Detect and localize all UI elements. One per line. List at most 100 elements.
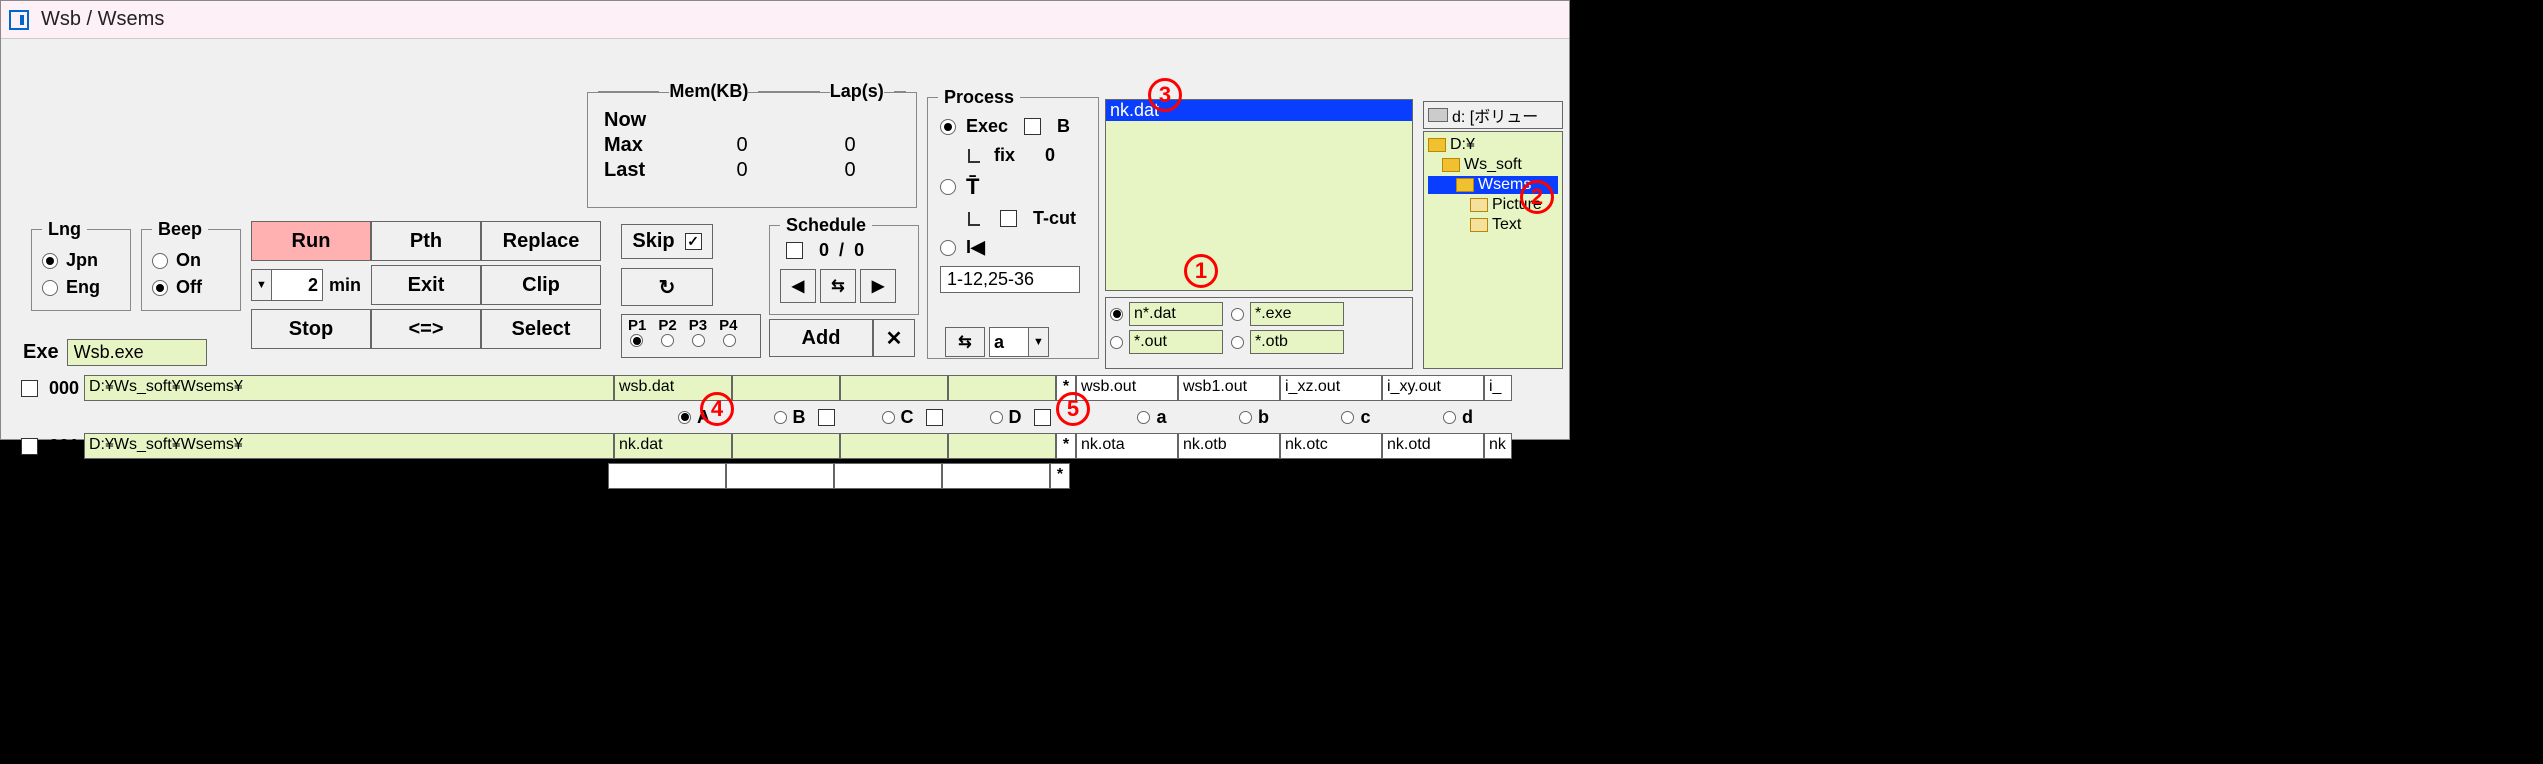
out3-cell[interactable]: nk.otc: [1280, 433, 1382, 459]
col2-cell[interactable]: [732, 433, 840, 459]
exe-input[interactable]: [67, 339, 207, 366]
col1-cell[interactable]: wsb.dat: [614, 375, 732, 401]
radio-col-d-lower[interactable]: [1443, 411, 1456, 424]
radio-filter2[interactable]: [1231, 308, 1244, 321]
star-cell[interactable]: *: [1056, 433, 1076, 459]
out4-cell[interactable]: nk.otd: [1382, 433, 1484, 459]
radio-col-b-lower[interactable]: [1239, 411, 1252, 424]
file-list[interactable]: nk.dat: [1105, 99, 1413, 291]
path-cell[interactable]: D:¥Ws_soft¥Wsems¥: [84, 375, 614, 401]
out1-cell[interactable]: wsb.out: [1076, 375, 1178, 401]
radio-col-c-lower[interactable]: [1341, 411, 1354, 424]
out5-cell[interactable]: i_: [1484, 375, 1512, 401]
radio-p1[interactable]: [630, 334, 643, 347]
b-checkbox[interactable]: [1024, 118, 1041, 135]
tree-node-wsems[interactable]: Wsems: [1428, 176, 1558, 194]
chk-col-b[interactable]: [818, 409, 835, 426]
chevron-down-icon[interactable]: ▼: [1028, 328, 1048, 356]
radio-beep-off[interactable]: Off: [152, 277, 230, 298]
radio-col-b-upper[interactable]: [774, 411, 787, 424]
radio-beep-on[interactable]: On: [152, 250, 230, 271]
radio-filter3[interactable]: [1110, 336, 1123, 349]
reload-button[interactable]: ↻: [621, 268, 713, 306]
file-list-item-selected[interactable]: nk.dat: [1106, 100, 1412, 121]
filter4-input[interactable]: [1250, 330, 1344, 354]
col4-cell[interactable]: [948, 375, 1056, 401]
radio-exec[interactable]: [940, 119, 956, 135]
col3-cell[interactable]: [840, 375, 948, 401]
stop-button[interactable]: Stop: [251, 309, 371, 349]
empty-cell[interactable]: [834, 463, 942, 489]
filter1-input[interactable]: [1129, 302, 1223, 326]
chk-col-c[interactable]: [926, 409, 943, 426]
out5-cell[interactable]: nk: [1484, 433, 1512, 459]
path-cell[interactable]: D:¥Ws_soft¥Wsems¥: [84, 433, 614, 459]
radio-filter4[interactable]: [1231, 336, 1244, 349]
col1-cell[interactable]: nk.dat: [614, 433, 732, 459]
tbar-icon: T̄: [966, 174, 979, 200]
chevron-down-icon[interactable]: ▼: [252, 270, 272, 300]
radio-col-c-upper[interactable]: [882, 411, 895, 424]
star-cell[interactable]: *: [1056, 375, 1076, 401]
tree-root[interactable]: D:¥: [1428, 136, 1558, 154]
sched-prev-button[interactable]: ◀: [780, 269, 816, 303]
out2-cell[interactable]: nk.otb: [1178, 433, 1280, 459]
out1-cell[interactable]: nk.ota: [1076, 433, 1178, 459]
sched-next-button[interactable]: ▶: [860, 269, 896, 303]
out4-cell[interactable]: i_xy.out: [1382, 375, 1484, 401]
tree-node-wssoft[interactable]: Ws_soft: [1428, 156, 1558, 174]
corner-icon: [968, 212, 980, 226]
clip-button[interactable]: Clip: [481, 265, 601, 305]
filter2-input[interactable]: [1250, 302, 1344, 326]
out2-cell[interactable]: wsb1.out: [1178, 375, 1280, 401]
filter3-input[interactable]: [1129, 330, 1223, 354]
swap-combo[interactable]: ▼: [989, 327, 1049, 357]
radio-p3[interactable]: [692, 334, 705, 347]
run-button[interactable]: Run: [251, 221, 371, 261]
col2-cell[interactable]: [732, 375, 840, 401]
radio-col-a-upper[interactable]: [678, 411, 691, 424]
exit-button[interactable]: Exit: [371, 265, 481, 305]
empty-cell[interactable]: [942, 463, 1050, 489]
pth-button[interactable]: Pth: [371, 221, 481, 261]
close-button[interactable]: ✕: [873, 319, 915, 357]
radio-filter1[interactable]: [1110, 308, 1123, 321]
min-value[interactable]: [272, 270, 322, 300]
chk-col-d[interactable]: [1034, 409, 1051, 426]
drive-selector[interactable]: d: [ボリュー: [1423, 101, 1563, 129]
swap-small-button[interactable]: ⇆: [945, 327, 985, 357]
radio-eng[interactable]: Eng: [42, 277, 120, 298]
out3-cell[interactable]: i_xz.out: [1280, 375, 1382, 401]
tree-node-text[interactable]: Text: [1428, 216, 1558, 234]
row-checkbox[interactable]: [21, 380, 38, 397]
range-input[interactable]: [940, 266, 1080, 293]
empty-cell[interactable]: [608, 463, 726, 489]
swap-value[interactable]: [990, 328, 1028, 356]
radio-col-a-lower[interactable]: [1137, 411, 1150, 424]
empty-cell[interactable]: [726, 463, 834, 489]
radio-jpn[interactable]: Jpn: [42, 250, 120, 271]
replace-button[interactable]: Replace: [481, 221, 601, 261]
table-row-empty: *: [15, 461, 1565, 491]
radio-rewind[interactable]: [940, 240, 956, 256]
process-group: Process Exec B fix 0 T: [927, 87, 1099, 359]
schedule-checkbox[interactable]: [786, 242, 803, 259]
swap-button[interactable]: <=>: [371, 309, 481, 349]
radio-col-d-upper[interactable]: [990, 411, 1003, 424]
min-spinner[interactable]: ▼: [251, 269, 323, 301]
add-button[interactable]: Add: [769, 319, 873, 357]
drive-icon: [1428, 108, 1448, 122]
skip-checkbox[interactable]: [685, 233, 702, 250]
dir-tree[interactable]: D:¥ Ws_soft Wsems Picture Text: [1423, 131, 1563, 369]
radio-tbar[interactable]: [940, 179, 956, 195]
tree-node-picture[interactable]: Picture: [1428, 196, 1558, 214]
col4-cell[interactable]: [948, 433, 1056, 459]
row-checkbox[interactable]: [21, 438, 38, 455]
select-button[interactable]: Select: [481, 309, 601, 349]
sched-mid-button[interactable]: ⇆: [820, 269, 856, 303]
star-cell[interactable]: *: [1050, 463, 1070, 489]
col3-cell[interactable]: [840, 433, 948, 459]
radio-p4[interactable]: [723, 334, 736, 347]
tcut-checkbox[interactable]: [1000, 210, 1017, 227]
radio-p2[interactable]: [661, 334, 674, 347]
